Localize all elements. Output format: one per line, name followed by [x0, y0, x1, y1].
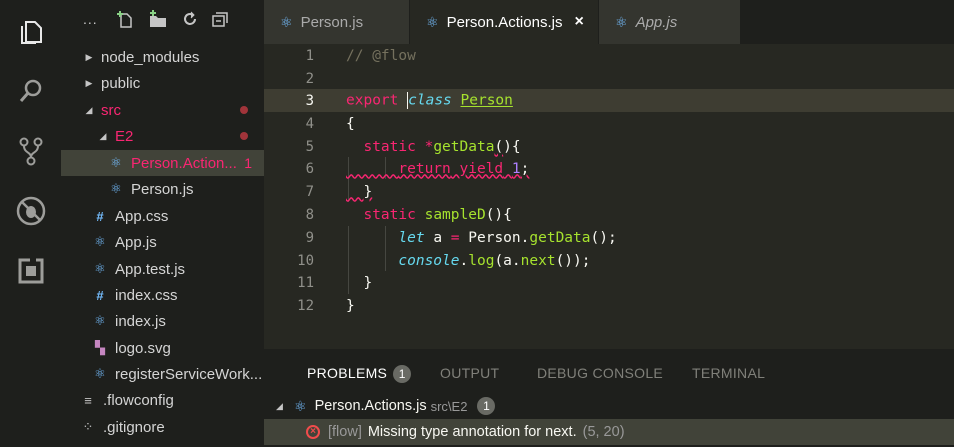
- code-line: 7 }: [305, 183, 373, 200]
- react-file-icon: ⚛: [110, 181, 122, 196]
- source-control-icon[interactable]: [13, 133, 49, 169]
- chevron-down-icon: ◢: [85, 104, 93, 115]
- react-file-icon: ⚛: [280, 13, 293, 30]
- tree-folder-src[interactable]: ◢ src: [61, 97, 264, 123]
- explorer-toolbar: ...: [83, 10, 230, 28]
- chevron-down-icon: ◢: [99, 130, 107, 141]
- files-icon[interactable]: [13, 14, 49, 50]
- react-file-icon: ⚛: [294, 397, 307, 414]
- editor-tab-bar: ⚛ Person.js ⚛ Person.Actions.js × ⚛ App.…: [264, 0, 954, 44]
- tab-problems[interactable]: PROBLEMS 1: [307, 365, 412, 383]
- chevron-down-icon: ◢: [276, 400, 283, 411]
- code-line: 4 {: [305, 115, 355, 132]
- code-editor[interactable]: 1 // @flow 2 3 export class Person 4 { 5…: [264, 44, 954, 349]
- tree-file-register-service-worker[interactable]: ⚛ registerServiceWork...: [61, 361, 264, 387]
- tree-file-app-css[interactable]: # App.css: [61, 203, 264, 229]
- svg-file-icon: ▚: [95, 340, 105, 355]
- code-line: 2: [305, 70, 314, 87]
- problems-panel: PROBLEMS 1 OUTPUT DEBUG CONSOLE TERMINAL …: [264, 349, 954, 447]
- code-line: 8 static sampleD(){: [305, 206, 512, 223]
- chevron-right-icon: ▶: [85, 77, 93, 88]
- code-line-9-text: let a = Person.getData();: [398, 229, 617, 246]
- activity-bar: [0, 0, 61, 447]
- code-line-8-text: static sampleD(){: [363, 206, 512, 223]
- error-icon: ×: [306, 425, 320, 439]
- refresh-icon[interactable]: [182, 11, 198, 27]
- tab-output[interactable]: OUTPUT: [440, 365, 499, 381]
- code-line: 10 console.log(a.next());: [297, 252, 591, 269]
- extensions-icon[interactable]: [13, 253, 49, 289]
- tab-app-js[interactable]: ⚛ App.js: [599, 0, 740, 44]
- tree-file-app-js[interactable]: ⚛ App.js: [61, 229, 264, 255]
- tree-file-logo-svg[interactable]: ▚ logo.svg: [61, 335, 264, 361]
- react-file-icon: ⚛: [110, 155, 122, 170]
- tab-debug-console[interactable]: DEBUG CONSOLE: [537, 365, 663, 381]
- react-file-icon: ⚛: [94, 234, 106, 249]
- explorer-sidebar: ... ▶ node_modules ▶ public ◢ src ◢ E2 ⚛…: [61, 0, 264, 447]
- tree-file-person[interactable]: ⚛ Person.js: [61, 176, 264, 202]
- debug-icon[interactable]: [13, 193, 49, 229]
- tab-person-actions-js[interactable]: ⚛ Person.Actions.js ×: [410, 0, 598, 44]
- react-file-icon: ⚛: [426, 13, 439, 30]
- css-file-icon: #: [96, 287, 104, 303]
- tree-file-app-test[interactable]: ⚛ App.test.js: [61, 256, 264, 282]
- tree-file-person-actions[interactable]: ⚛ Person.Action... 1: [61, 150, 264, 176]
- react-file-icon: ⚛: [94, 313, 106, 328]
- problems-count-badge: 1: [393, 365, 412, 383]
- tree-folder-e2[interactable]: ◢ E2: [61, 123, 264, 149]
- css-file-icon: #: [96, 208, 104, 224]
- new-file-icon[interactable]: [116, 10, 134, 28]
- collapse-all-icon[interactable]: [211, 11, 230, 27]
- code-line-current: 3 export class Person: [264, 89, 954, 112]
- code-line: 5 static *getData(){: [305, 138, 521, 155]
- close-icon[interactable]: ×: [574, 13, 583, 31]
- error-dot: [240, 106, 248, 114]
- react-file-icon: ⚛: [615, 13, 628, 30]
- react-file-icon: ⚛: [94, 261, 106, 276]
- new-folder-icon[interactable]: [148, 10, 168, 28]
- tree-file-gitignore[interactable]: ⁘ .gitignore: [61, 414, 264, 440]
- code-line-3-text: export class Person: [346, 92, 513, 109]
- code-line-6-text: return yield 1;: [398, 160, 530, 177]
- code-line: 12 }: [297, 297, 355, 314]
- config-file-icon: ⁘: [82, 419, 94, 434]
- code-line: 1 // @flow: [305, 47, 416, 64]
- problem-count-badge: 1: [477, 397, 496, 415]
- code-line-5-text: static *getData(){: [363, 138, 521, 155]
- tree-file-index-js[interactable]: ⚛ index.js: [61, 308, 264, 334]
- code-line: 9 let a = Person.getData();: [305, 229, 617, 246]
- tree-file-index-css[interactable]: # index.css: [61, 282, 264, 308]
- tab-person-js[interactable]: ⚛ Person.js: [264, 0, 409, 44]
- problem-item[interactable]: × [flow] Missing type annotation for nex…: [264, 419, 954, 445]
- more-actions-icon[interactable]: ...: [83, 11, 98, 27]
- tree-folder-public[interactable]: ▶ public: [61, 70, 264, 96]
- error-dot: [240, 132, 248, 140]
- problem-file-group[interactable]: ◢ ⚛ Person.Actions.js src\E2 1: [264, 393, 954, 419]
- chevron-right-icon: ▶: [85, 51, 93, 62]
- code-line: 6 return yield 1;: [305, 160, 530, 177]
- code-line: 11 }: [297, 274, 373, 291]
- react-file-icon: ⚛: [94, 366, 106, 381]
- code-line-7-text: }: [346, 183, 373, 200]
- tree-folder-node-modules[interactable]: ▶ node_modules: [61, 44, 264, 70]
- config-file-icon: ≡: [84, 392, 92, 408]
- tree-file-flowconfig[interactable]: ≡ .flowconfig: [61, 387, 264, 413]
- code-line-10-text: console.log(a.next());: [398, 252, 591, 269]
- tab-terminal[interactable]: TERMINAL: [692, 365, 765, 381]
- search-icon[interactable]: [13, 73, 49, 109]
